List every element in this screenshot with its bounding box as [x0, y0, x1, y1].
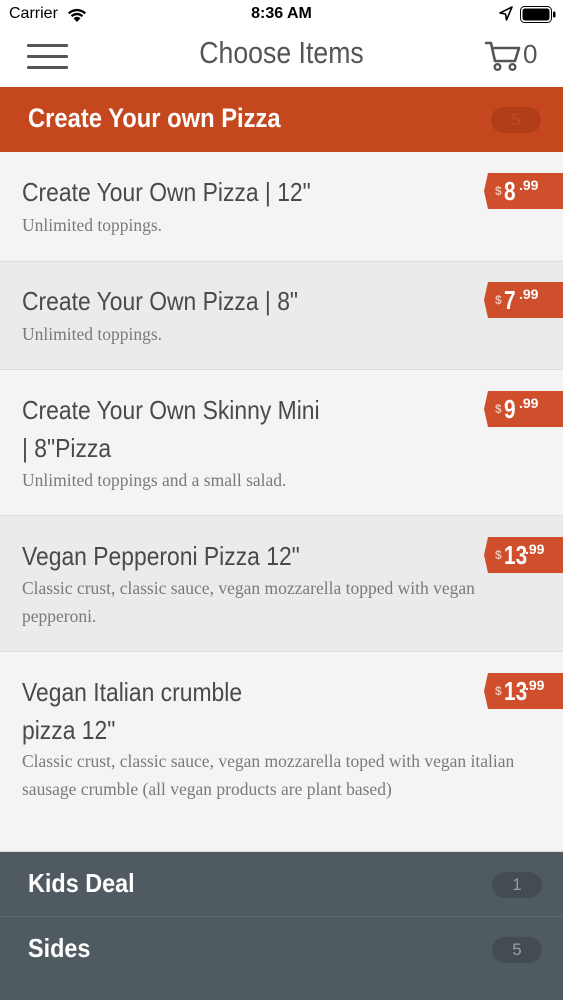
category-title: Kids Deal	[28, 868, 135, 898]
item-description: Classic crust, classic sauce, vegan mozz…	[22, 578, 475, 626]
item-name: Create Your Own Pizza | 8"	[22, 286, 299, 316]
item-name: Vegan Italian crumble pizza 12"	[22, 677, 243, 745]
menu-item[interactable]: Create Your Own Pizza | 12" Unlimited to…	[0, 152, 563, 262]
price-whole: 13	[504, 676, 528, 706]
price-currency: $	[495, 293, 502, 307]
status-bar: Carrier 8:36 AM	[0, 0, 563, 30]
price-tag: $ 13 .99	[484, 537, 563, 573]
category-header-create-your-own-pizza[interactable]: Create Your own Pizza 5	[0, 87, 563, 152]
price-currency: $	[495, 402, 502, 416]
location-arrow-icon	[499, 6, 513, 27]
cart-count: 0	[523, 39, 538, 69]
price-whole: 9	[504, 394, 516, 424]
menu-item[interactable]: Create Your Own Pizza | 8" Unlimited top…	[0, 262, 563, 370]
menu-item[interactable]: Vegan Italian crumble pizza 12" Classic …	[0, 652, 563, 852]
price-whole: 7	[504, 285, 516, 315]
category-count-badge: 5	[492, 937, 542, 963]
clock: 8:36 AM	[251, 5, 312, 22]
price-currency: $	[495, 684, 502, 698]
price-cents: .99	[519, 177, 539, 193]
price-tag: $ 8 .99	[484, 173, 563, 209]
price-tag: $ 9 .99	[484, 391, 563, 427]
category-count-badge: 5	[491, 107, 541, 133]
item-description: Unlimited toppings and a small salad.	[22, 470, 287, 490]
category-count-badge: 1	[492, 872, 542, 898]
item-description: Classic crust, classic sauce, vegan mozz…	[22, 751, 515, 799]
menu-item[interactable]: Vegan Pepperoni Pizza 12" Classic crust,…	[0, 516, 563, 652]
category-title: Create Your own Pizza	[28, 103, 281, 133]
nav-bar: Choose Items 0	[0, 30, 563, 87]
price-cents: .99	[519, 286, 539, 302]
item-description: Unlimited toppings.	[22, 324, 162, 344]
price-tag: $ 13 .99	[484, 673, 563, 709]
price-whole: 8	[504, 176, 516, 206]
item-description: Unlimited toppings.	[22, 215, 162, 235]
price-cents: .99	[525, 541, 545, 557]
category-header-kids-deal[interactable]: Kids Deal 1	[0, 852, 563, 917]
battery-icon	[520, 6, 556, 28]
menu-item[interactable]: Create Your Own Skinny Mini | 8"Pizza Un…	[0, 370, 563, 516]
price-whole: 13	[504, 540, 528, 570]
category-title: Sides	[28, 933, 91, 963]
item-name: Create Your Own Skinny Mini | 8"Pizza	[22, 395, 320, 463]
item-name: Vegan Pepperoni Pizza 12"	[22, 541, 300, 571]
price-tag: $ 7 .99	[484, 282, 563, 318]
price-cents: .99	[525, 677, 545, 693]
category-header-sides[interactable]: Sides 5	[0, 917, 563, 1000]
item-name: Create Your Own Pizza | 12"	[22, 177, 311, 207]
price-cents: .99	[519, 395, 539, 411]
price-currency: $	[495, 548, 502, 562]
page-title: Choose Items	[199, 35, 364, 70]
shopping-cart-icon	[484, 40, 521, 77]
price-currency: $	[495, 184, 502, 198]
